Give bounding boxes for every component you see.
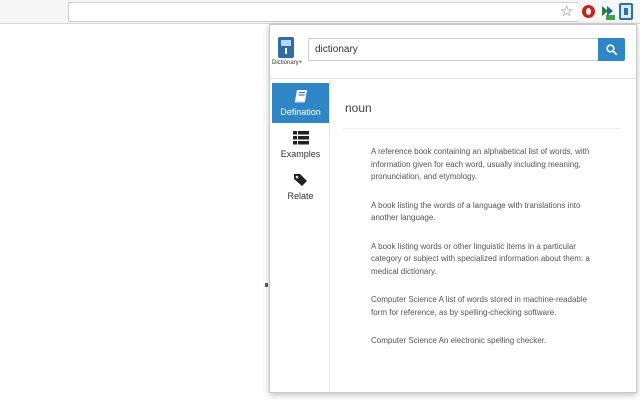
tag-icon bbox=[294, 174, 307, 186]
sidebar-item-definition[interactable]: Defination bbox=[272, 83, 329, 123]
sidebar-item-examples[interactable]: Examples bbox=[272, 125, 329, 165]
popup-header: Dictionary+ bbox=[270, 25, 636, 79]
arrows-icon[interactable] bbox=[601, 4, 615, 20]
logo-label: Dictionary+ bbox=[272, 60, 303, 66]
search-icon bbox=[606, 44, 617, 55]
sidebar-item-relate[interactable]: Relate bbox=[272, 167, 329, 207]
address-bar[interactable] bbox=[68, 2, 578, 22]
page-fragment bbox=[265, 283, 268, 287]
definition-item: Computer Science An electronic spelling … bbox=[371, 336, 547, 345]
dictionary-logo-icon bbox=[278, 37, 294, 58]
dictionary-popup: Dictionary+ Defination bbox=[269, 24, 637, 393]
app-logo: Dictionary+ bbox=[272, 37, 303, 73]
sidebar-item-label: Defination bbox=[280, 107, 321, 117]
definition-item: A book listing words or other linguistic… bbox=[371, 241, 590, 276]
sidebar-item-label: Examples bbox=[280, 149, 321, 159]
sidebar: Defination Examples Relate bbox=[270, 80, 330, 392]
search-button[interactable] bbox=[598, 38, 625, 61]
star-icon[interactable]: ☆ bbox=[560, 4, 575, 19]
browser-toolbar: ☆ bbox=[0, 0, 640, 24]
definition-list: A reference book containing an alphabeti… bbox=[371, 146, 603, 364]
opera-icon[interactable] bbox=[582, 5, 595, 18]
list-icon bbox=[293, 131, 309, 145]
book-icon bbox=[294, 90, 307, 103]
definition-panel: noun A reference book containing an alph… bbox=[331, 80, 636, 392]
definition-item: Computer Science A list of words stored … bbox=[371, 295, 588, 317]
definition-item: A book listing the words of a language w… bbox=[371, 200, 581, 223]
divider bbox=[343, 128, 621, 129]
dictionary-extension-icon[interactable] bbox=[619, 3, 633, 20]
definition-item: A reference book containing an alphabeti… bbox=[371, 147, 590, 181]
sidebar-item-label: Relate bbox=[287, 191, 314, 201]
search-input[interactable] bbox=[308, 38, 598, 61]
part-of-speech-heading: noun bbox=[345, 101, 372, 115]
